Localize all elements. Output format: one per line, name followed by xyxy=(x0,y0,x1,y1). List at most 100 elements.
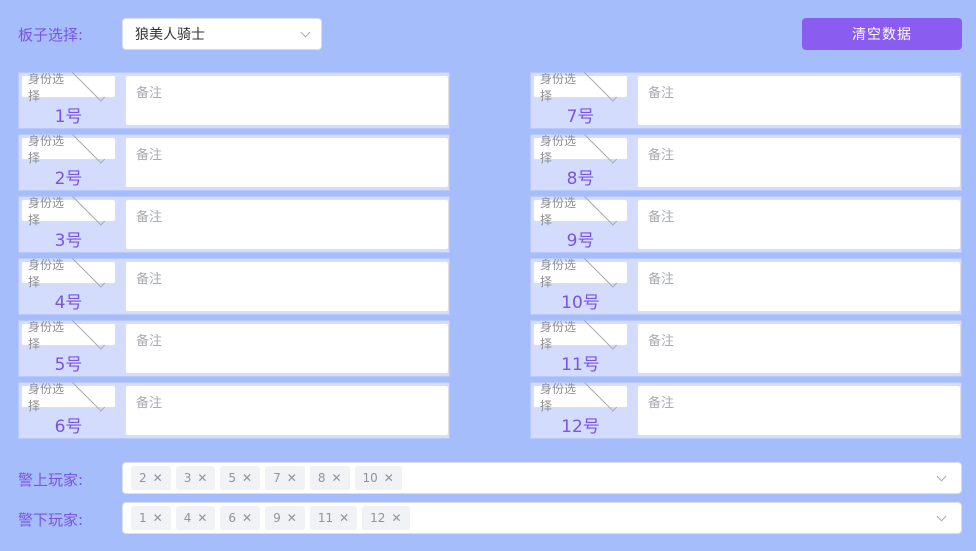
role-select[interactable]: 身份选择 xyxy=(21,192,116,227)
tag-label: 7 xyxy=(273,471,281,485)
note-textarea[interactable] xyxy=(637,385,961,436)
note-textarea[interactable] xyxy=(125,199,449,250)
chevron-down-icon xyxy=(71,192,106,226)
chevron-down-icon xyxy=(71,254,106,288)
chevron-down-icon xyxy=(71,130,106,164)
close-icon[interactable]: ✕ xyxy=(197,471,207,485)
seat-number: 11号 xyxy=(561,355,600,375)
tag-label: 4 xyxy=(183,511,192,525)
seat-row: 身份选择 11号 xyxy=(530,316,962,377)
role-select[interactable]: 身份选择 xyxy=(21,130,116,165)
note-textarea[interactable] xyxy=(125,137,449,188)
seat-row: 身份选择 3号 xyxy=(18,192,450,253)
seat-row: 身份选择 6号 xyxy=(18,378,450,439)
role-select-placeholder: 身份选择 xyxy=(540,257,577,289)
note-textarea[interactable] xyxy=(637,261,961,312)
close-icon[interactable]: ✕ xyxy=(153,511,163,525)
role-select[interactable]: 身份选择 xyxy=(21,68,116,103)
seat-column-right: 身份选择 7号 身份选择 8号 身份选择 9号 身份选择 10号 身份选择 11… xyxy=(530,68,962,444)
role-select-placeholder: 身份选择 xyxy=(28,319,65,351)
player-tag: 3 ✕ xyxy=(175,466,216,490)
role-select[interactable]: 身份选择 xyxy=(533,130,628,165)
note-textarea[interactable] xyxy=(637,199,961,250)
note-textarea[interactable] xyxy=(637,323,961,374)
player-tag: 1 ✕ xyxy=(131,506,171,530)
role-select[interactable]: 身份选择 xyxy=(533,254,628,289)
note-textarea[interactable] xyxy=(125,323,449,374)
close-icon[interactable]: ✕ xyxy=(242,511,252,525)
chevron-down-icon xyxy=(71,68,106,102)
close-icon[interactable]: ✕ xyxy=(153,471,163,485)
role-select[interactable]: 身份选择 xyxy=(533,378,628,413)
seat-number: 10号 xyxy=(561,293,600,313)
sheriff-down-select[interactable]: 1 ✕ 4 ✕ 6 ✕ 9 ✕ 11 ✕ 12 ✕ xyxy=(122,502,962,534)
role-select[interactable]: 身份选择 xyxy=(21,378,116,413)
note-textarea[interactable] xyxy=(125,385,449,436)
tag-label: 5 xyxy=(228,471,237,485)
player-tag: 4 ✕ xyxy=(175,506,216,530)
close-icon[interactable]: ✕ xyxy=(384,471,394,485)
sheriff-up-tags: 2 ✕ 3 ✕ 5 ✕ 7 ✕ 8 ✕ 10 ✕ xyxy=(131,466,938,490)
player-tag: 9 ✕ xyxy=(265,506,305,530)
note-textarea[interactable] xyxy=(125,75,449,126)
role-select-placeholder: 身份选择 xyxy=(540,319,577,351)
close-icon[interactable]: ✕ xyxy=(391,511,401,525)
board-select[interactable]: 狼美人骑士 xyxy=(122,18,322,50)
chevron-down-icon xyxy=(583,254,618,288)
seat-row: 身份选择 10号 xyxy=(530,254,962,315)
role-select-placeholder: 身份选择 xyxy=(28,71,65,103)
clear-data-button[interactable]: 清空数据 xyxy=(802,18,962,50)
player-tag: 12 ✕ xyxy=(362,506,410,530)
player-tag: 5 ✕ xyxy=(220,466,261,490)
tag-label: 10 xyxy=(362,471,378,485)
role-select[interactable]: 身份选择 xyxy=(21,316,116,351)
seat-number: 12号 xyxy=(561,417,600,437)
role-select-placeholder: 身份选择 xyxy=(28,195,65,227)
tag-label: 11 xyxy=(317,511,334,525)
player-tag: 11 ✕ xyxy=(309,506,358,530)
note-textarea[interactable] xyxy=(637,137,961,188)
chevron-down-icon xyxy=(936,511,947,521)
seat-number: 2号 xyxy=(54,169,83,189)
close-icon[interactable]: ✕ xyxy=(197,511,207,525)
seat-column-left: 身份选择 1号 身份选择 2号 身份选择 3号 身份选择 4号 身份选择 5号 … xyxy=(18,68,450,444)
role-select[interactable]: 身份选择 xyxy=(533,316,628,351)
seat-number: 5号 xyxy=(54,355,83,375)
seat-row: 身份选择 4号 xyxy=(18,254,450,315)
close-icon[interactable]: ✕ xyxy=(287,471,297,485)
note-textarea[interactable] xyxy=(125,261,449,312)
tag-label: 6 xyxy=(228,511,237,525)
close-icon[interactable]: ✕ xyxy=(287,511,297,525)
role-select-placeholder: 身份选择 xyxy=(540,195,577,227)
chevron-down-icon xyxy=(583,130,618,164)
tag-label: 12 xyxy=(370,511,386,525)
seat-row: 身份选择 7号 xyxy=(530,68,962,129)
chevron-down-icon xyxy=(583,378,618,412)
note-textarea[interactable] xyxy=(637,75,961,126)
seat-row: 身份选择 9号 xyxy=(530,192,962,253)
role-select[interactable]: 身份选择 xyxy=(533,192,628,227)
seat-row: 身份选择 8号 xyxy=(530,130,962,191)
close-icon[interactable]: ✕ xyxy=(331,471,341,485)
seat-number: 4号 xyxy=(54,293,83,313)
chevron-down-icon xyxy=(583,68,618,102)
seat-number: 6号 xyxy=(54,417,83,437)
role-select[interactable]: 身份选择 xyxy=(533,68,628,103)
role-select-placeholder: 身份选择 xyxy=(28,133,65,165)
role-select-placeholder: 身份选择 xyxy=(540,381,577,413)
sheriff-down-tags: 1 ✕ 4 ✕ 6 ✕ 9 ✕ 11 ✕ 12 ✕ xyxy=(131,506,938,530)
chevron-down-icon xyxy=(71,378,106,412)
seat-number: 8号 xyxy=(566,169,595,189)
close-icon[interactable]: ✕ xyxy=(242,471,252,485)
sheriff-up-label: 警上玩家: xyxy=(18,471,84,489)
sheriff-up-select[interactable]: 2 ✕ 3 ✕ 5 ✕ 7 ✕ 8 ✕ 10 ✕ xyxy=(122,462,962,494)
seat-row: 身份选择 12号 xyxy=(530,378,962,439)
role-select-placeholder: 身份选择 xyxy=(540,133,577,165)
tag-label: 3 xyxy=(183,471,192,485)
role-select-placeholder: 身份选择 xyxy=(28,257,65,289)
chevron-down-icon xyxy=(936,471,947,481)
chevron-down-icon xyxy=(300,27,311,37)
seat-row: 身份选择 2号 xyxy=(18,130,450,191)
close-icon[interactable]: ✕ xyxy=(339,511,349,525)
role-select[interactable]: 身份选择 xyxy=(21,254,116,289)
